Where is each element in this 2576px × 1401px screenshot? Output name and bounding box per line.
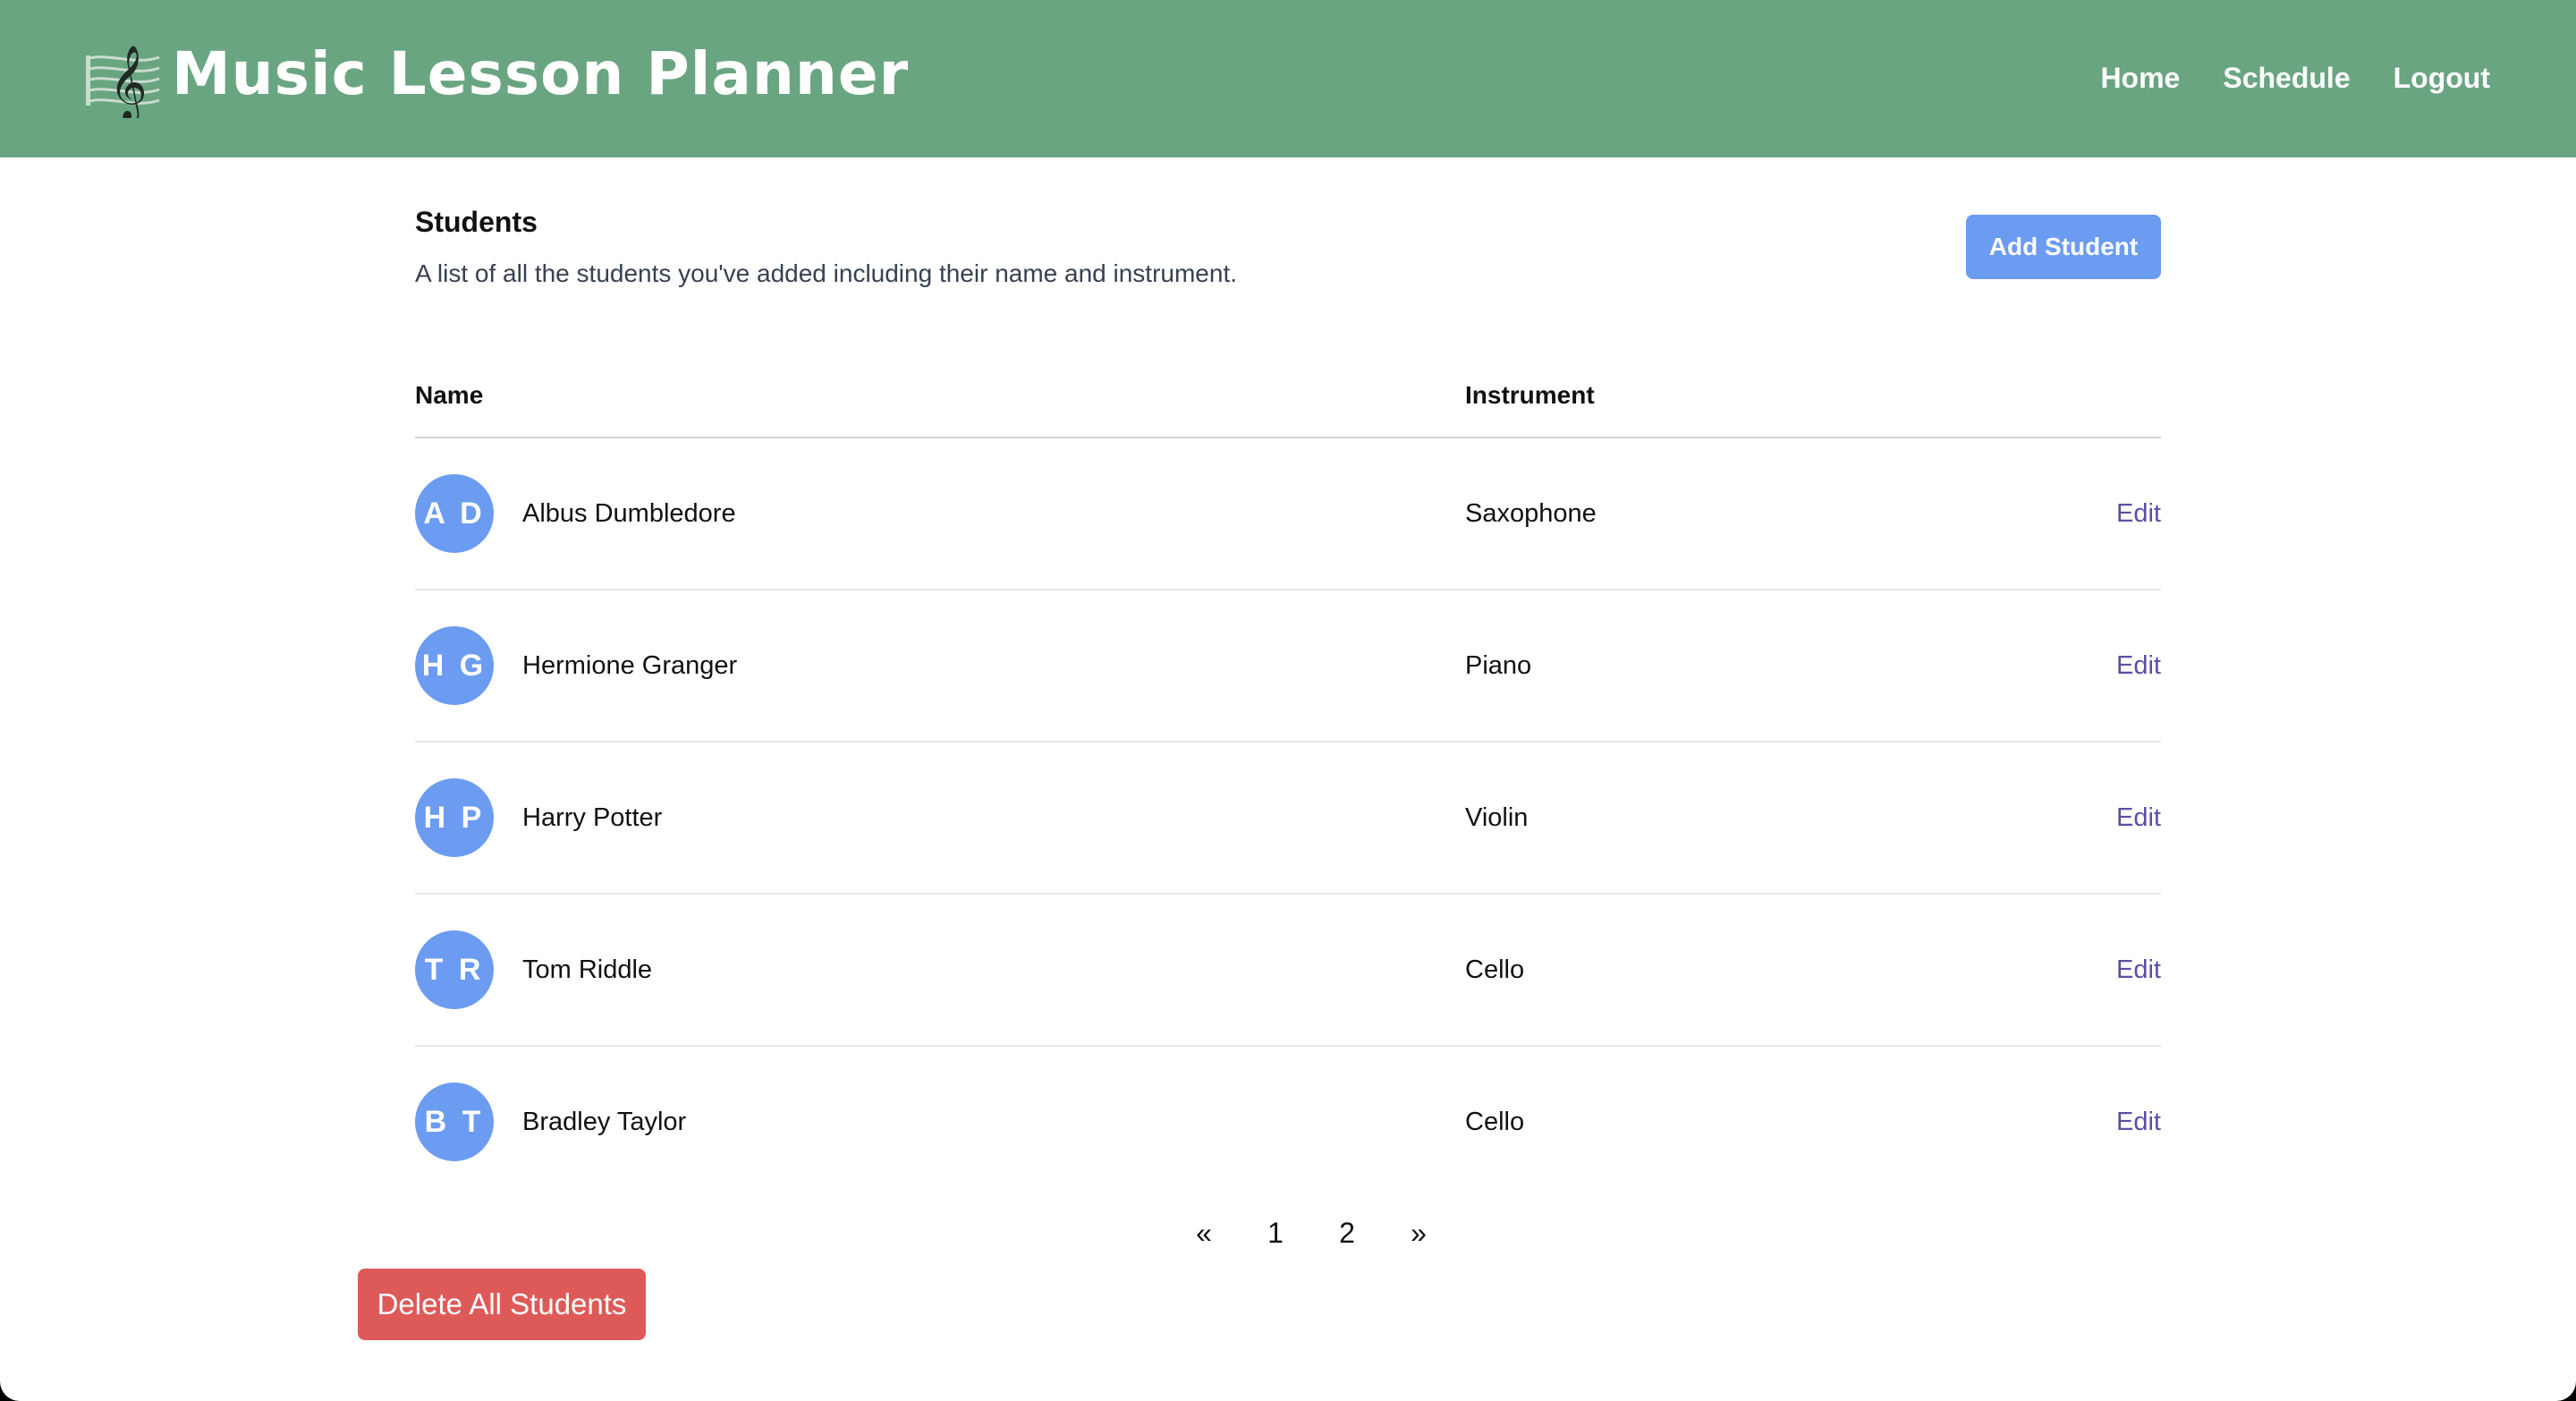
student-instrument: Violin	[1465, 803, 1529, 832]
table-row: H G Hermione Granger Piano Edit	[415, 590, 2161, 743]
student-name: Tom Riddle	[522, 955, 653, 984]
main-nav: Home Schedule Logout	[2100, 54, 2490, 102]
page-title: Students	[415, 206, 538, 238]
nav-schedule-link[interactable]: Schedule	[2223, 54, 2350, 102]
treble-clef-icon: 𝄞	[85, 44, 160, 118]
column-header-name: Name	[415, 381, 484, 409]
table-row: H P Harry Potter Violin Edit	[415, 743, 2161, 895]
student-name: Bradley Taylor	[522, 1108, 687, 1136]
table-row: T R Tom Riddle Cello Edit	[415, 895, 2161, 1047]
avatar: H P	[415, 778, 494, 857]
student-name: Hermione Granger	[522, 651, 738, 680]
table-row: A D Albus Dumbledore Saxophone Edit	[415, 438, 2161, 590]
student-instrument: Saxophone	[1465, 499, 1597, 528]
avatar: A D	[415, 474, 494, 553]
table-header: Name Instrument	[415, 369, 2161, 438]
avatar: T R	[415, 930, 494, 1009]
add-student-button[interactable]: Add Student	[1966, 215, 2161, 279]
student-instrument: Piano	[1465, 651, 1532, 680]
table-row: B T Bradley Taylor Cello Edit	[415, 1047, 2161, 1197]
edit-student-link[interactable]: Edit	[2116, 496, 2161, 531]
page-description: A list of all the students you've added …	[415, 259, 1238, 287]
app-window: 𝄞 Music Lesson Planner Home Schedule Log…	[0, 0, 2576, 1401]
student-instrument: Cello	[1465, 1108, 1525, 1136]
nav-logout-link[interactable]: Logout	[2394, 54, 2490, 102]
student-name: Albus Dumbledore	[522, 499, 736, 528]
pagination: « 1 2 »	[1168, 1211, 1454, 1254]
edit-student-link[interactable]: Edit	[2116, 800, 2161, 836]
nav-home-link[interactable]: Home	[2100, 54, 2180, 102]
delete-all-students-button[interactable]: Delete All Students	[358, 1269, 646, 1340]
student-instrument: Cello	[1465, 955, 1525, 984]
top-navbar: 𝄞 Music Lesson Planner Home Schedule Log…	[0, 0, 2576, 157]
pagination-page-1[interactable]: 1	[1240, 1211, 1311, 1254]
edit-student-link[interactable]: Edit	[2116, 952, 2161, 988]
students-table: Name Instrument A D Albus Dumbledore Sax…	[415, 369, 2161, 1197]
pagination-prev[interactable]: «	[1168, 1211, 1240, 1254]
student-name: Harry Potter	[522, 803, 663, 832]
edit-student-link[interactable]: Edit	[2116, 648, 2161, 684]
avatar: B T	[415, 1083, 494, 1161]
svg-text:𝄞: 𝄞	[109, 44, 148, 118]
app-title: Music Lesson Planner	[172, 39, 910, 108]
column-header-instrument: Instrument	[1465, 381, 1595, 409]
pagination-page-2[interactable]: 2	[1311, 1211, 1383, 1254]
edit-student-link[interactable]: Edit	[2116, 1104, 2161, 1140]
pagination-next[interactable]: »	[1383, 1211, 1454, 1254]
avatar: H G	[415, 626, 494, 705]
